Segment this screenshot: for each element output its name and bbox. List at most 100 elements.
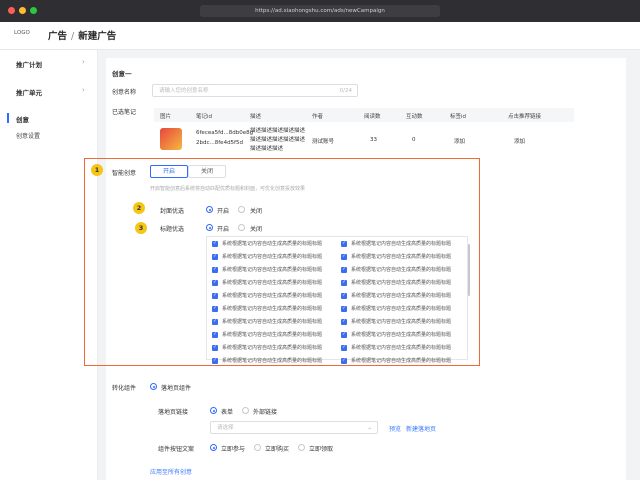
sidebar-item-unit[interactable]: 推广单元 — [16, 87, 42, 97]
chevron-right-icon[interactable]: › — [82, 58, 85, 66]
list-scrollbar[interactable] — [468, 244, 470, 296]
external-link-radio[interactable] — [242, 407, 249, 414]
smart-creative-hint: 开启智能创意后系统将自动匹配优质标题和封面，可优化创意投放效果 — [150, 186, 306, 192]
note-author: 测试账号 — [312, 139, 335, 145]
option-text: 系统根据笔记内容自动生成高质量的标题标题 — [351, 319, 452, 325]
col-note-id: 笔记id — [196, 114, 213, 120]
option-text: 系统根据笔记内容自动生成高质量的标题标题 — [222, 319, 323, 325]
option-checkbox[interactable]: ✓ — [341, 254, 347, 260]
step-badge-2: 2 — [133, 202, 145, 214]
step-badge-1: 1 — [91, 164, 103, 176]
option-text: 系统根据笔记内容自动生成高质量的标题标题 — [222, 254, 323, 260]
option-text: 系统根据笔记内容自动生成高质量的标题标题 — [222, 306, 323, 312]
landing-link-label: 落地页链接 — [158, 409, 189, 416]
btn-opt3-text: 立即领取 — [309, 446, 334, 453]
col-tag-id: 标签id — [450, 114, 467, 120]
breadcrumb-parent[interactable]: 广告 — [48, 31, 67, 42]
creative-name-counter: 0/24 — [339, 88, 352, 94]
option-checkbox[interactable]: ✓ — [212, 254, 218, 260]
btn-opt2-radio[interactable] — [254, 444, 261, 451]
note-id-line1: 6fecea5fd...8db0e8g — [196, 130, 254, 136]
minimize-window-dot[interactable] — [19, 7, 26, 14]
form-radio[interactable] — [210, 407, 217, 414]
landing-component-text: 落地页组件 — [161, 385, 192, 392]
app-header: LOGO 广告 / 新建广告 — [0, 22, 640, 50]
breadcrumb-current: 新建广告 — [78, 31, 117, 42]
option-checkbox[interactable]: ✓ — [212, 293, 218, 299]
apply-all-link[interactable]: 应用至所有创意 — [150, 467, 192, 476]
option-checkbox[interactable]: ✓ — [212, 306, 218, 312]
preview-link[interactable]: 预览 — [389, 424, 401, 433]
col-rec-link: 点击推荐链接 — [508, 114, 542, 120]
option-text: 系统根据笔记内容自动生成高质量的标题标题 — [222, 267, 323, 273]
title-off-radio[interactable] — [238, 224, 245, 231]
option-checkbox[interactable]: ✓ — [212, 358, 218, 364]
creative-name-label: 创意名称 — [112, 89, 137, 96]
option-checkbox[interactable]: ✓ — [341, 332, 347, 338]
external-link-text: 外部链接 — [253, 409, 278, 416]
selected-notes-label: 已选笔记 — [112, 109, 137, 116]
new-landing-link[interactable]: 新建落地页 — [406, 424, 436, 433]
option-checkbox[interactable]: ✓ — [341, 241, 347, 247]
button-text-label: 组件按钮文案 — [158, 446, 195, 453]
col-desc: 描述 — [250, 114, 262, 120]
section-title: 创意一 — [112, 70, 132, 78]
smart-creative-label: 智能创意 — [112, 170, 137, 177]
note-desc-line2[interactable]: 描述描述描述描述描述 — [250, 135, 305, 143]
note-desc-line1[interactable]: 描述描述描述描述描述 — [250, 126, 305, 134]
note-interactions: 0 — [412, 137, 416, 143]
cover-on-radio[interactable] — [206, 206, 213, 213]
option-checkbox[interactable]: ✓ — [212, 345, 218, 351]
option-text: 系统根据笔记内容自动生成高质量的标题标题 — [222, 280, 323, 286]
option-checkbox[interactable]: ✓ — [341, 319, 347, 325]
notes-table-header: 图片 笔记id 描述 作者 阅读数 互动数 标签id 点击推荐链接 — [154, 108, 574, 122]
landing-page-select[interactable]: 请选择 ⌄ — [210, 421, 378, 434]
address-bar[interactable]: https://ad.xiaohongshu.com/ads/newCampai… — [200, 5, 440, 17]
option-text: 系统根据笔记内容自动生成高质量的标题标题 — [222, 358, 323, 364]
sidebar-item-creative-settings[interactable]: 创意设置 — [16, 131, 40, 140]
option-text: 系统根据笔记内容自动生成高质量的标题标题 — [351, 254, 452, 260]
option-text: 系统根据笔记内容自动生成高质量的标题标题 — [351, 306, 452, 312]
step-badge-3: 3 — [135, 222, 147, 234]
option-text: 系统根据笔记内容自动生成高质量的标题标题 — [351, 241, 452, 247]
smart-creative-on-button[interactable]: 开启 — [150, 165, 188, 178]
sidebar-item-campaign[interactable]: 推广计划 — [16, 59, 42, 69]
option-text: 系统根据笔记内容自动生成高质量的标题标题 — [351, 358, 452, 364]
option-checkbox[interactable]: ✓ — [341, 280, 347, 286]
btn-opt1-radio[interactable] — [210, 444, 217, 451]
option-text: 系统根据笔记内容自动生成高质量的标题标题 — [351, 267, 452, 273]
creative-name-input[interactable]: 请输入您的创意名称 0/24 — [152, 84, 358, 97]
sidebar-item-creative[interactable]: 创意 — [16, 114, 29, 124]
close-window-dot[interactable] — [8, 7, 15, 14]
note-reads: 33 — [370, 137, 377, 143]
chevron-right-icon[interactable]: › — [82, 86, 85, 94]
conversion-label: 转化组件 — [112, 385, 137, 392]
option-checkbox[interactable]: ✓ — [341, 306, 347, 312]
browser-titlebar: https://ad.xiaohongshu.com/ads/newCampai… — [0, 0, 640, 22]
landing-component-radio[interactable] — [150, 383, 157, 390]
option-checkbox[interactable]: ✓ — [212, 267, 218, 273]
tag-add-link[interactable]: 添加 — [454, 137, 465, 145]
maximize-window-dot[interactable] — [30, 7, 37, 14]
option-text: 系统根据笔记内容自动生成高质量的标题标题 — [222, 293, 323, 299]
option-checkbox[interactable]: ✓ — [212, 332, 218, 338]
option-checkbox[interactable]: ✓ — [341, 293, 347, 299]
rec-add-link[interactable]: 添加 — [514, 137, 525, 145]
creative-name-placeholder: 请输入您的创意名称 — [159, 88, 209, 94]
col-reads: 阅读数 — [364, 114, 381, 120]
smart-creative-off-button[interactable]: 关闭 — [188, 165, 226, 178]
option-checkbox[interactable]: ✓ — [212, 319, 218, 325]
option-checkbox[interactable]: ✓ — [341, 345, 347, 351]
option-checkbox[interactable]: ✓ — [341, 358, 347, 364]
option-checkbox[interactable]: ✓ — [212, 280, 218, 286]
option-checkbox[interactable]: ✓ — [341, 267, 347, 273]
title-on-radio[interactable] — [206, 224, 213, 231]
option-checkbox[interactable]: ✓ — [212, 241, 218, 247]
option-text: 系统根据笔记内容自动生成高质量的标题标题 — [222, 241, 323, 247]
option-text: 系统根据笔记内容自动生成高质量的标题标题 — [351, 345, 452, 351]
cover-on-text: 开启 — [217, 208, 230, 215]
note-desc-line3[interactable]: 描述描述描述 — [250, 144, 283, 152]
btn-opt3-radio[interactable] — [298, 444, 305, 451]
cover-off-radio[interactable] — [238, 206, 245, 213]
option-text: 系统根据笔记内容自动生成高质量的标题标题 — [351, 280, 452, 286]
